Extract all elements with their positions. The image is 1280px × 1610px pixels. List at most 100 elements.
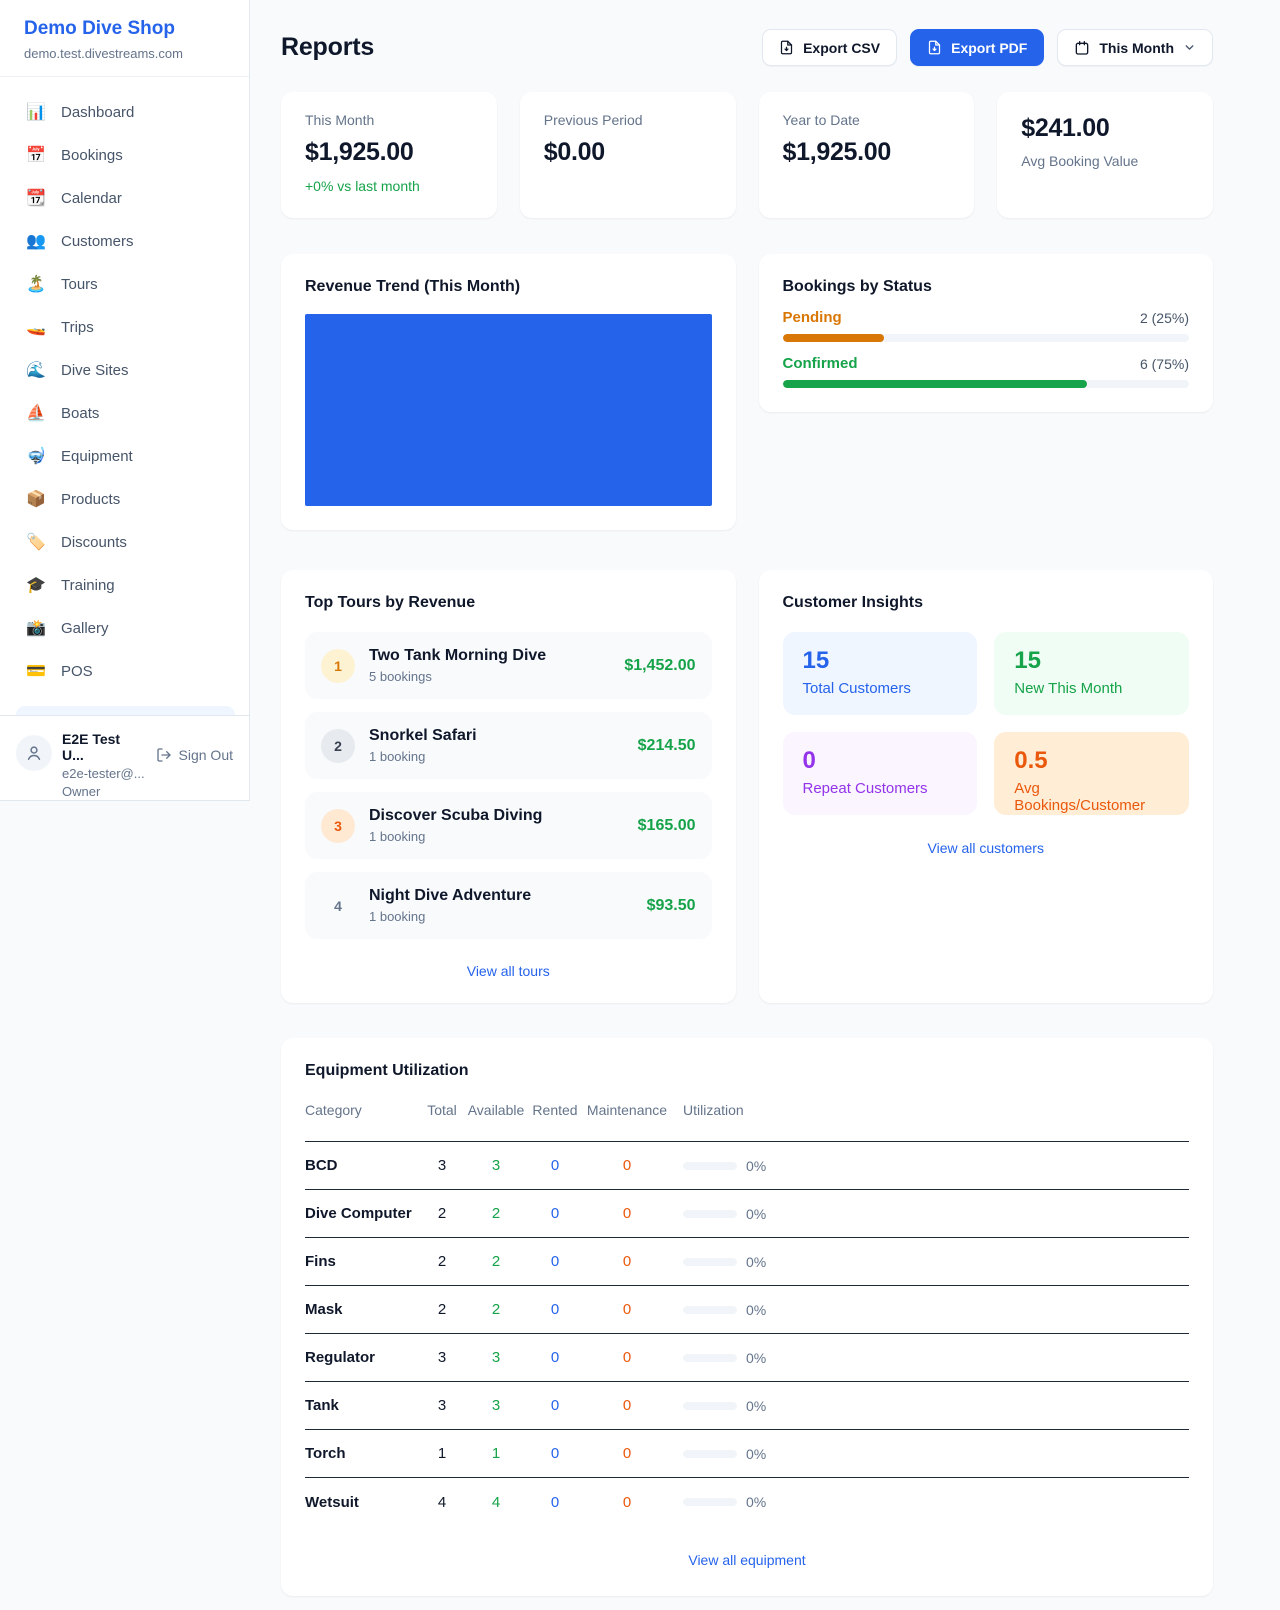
utilization-percent: 0% — [746, 1446, 766, 1462]
utilization-percent: 0% — [746, 1158, 766, 1174]
period-label: This Month — [1099, 40, 1174, 56]
period-dropdown[interactable]: This Month — [1057, 29, 1213, 66]
utilization-percent: 0% — [746, 1398, 766, 1414]
equipment-maintenance: 0 — [585, 1205, 669, 1222]
tour-revenue: $214.50 — [638, 737, 696, 755]
equipment-table: Category Total Available Rented Maintena… — [305, 1102, 1189, 1526]
equipment-utilization-cell: 0% — [669, 1446, 1189, 1462]
calendar-icon — [1074, 40, 1090, 56]
tour-row: 2 Snorkel Safari 1 booking $214.50 — [305, 712, 712, 779]
column-header: Category — [305, 1102, 417, 1118]
sidebar-nav-item[interactable]: 📊 Dashboard — [12, 91, 237, 134]
insight-label: Repeat Customers — [803, 780, 958, 797]
rank-badge: 2 — [321, 729, 355, 763]
tour-name: Two Tank Morning Dive — [369, 647, 546, 665]
equipment-utilization-cell: 0% — [669, 1350, 1189, 1366]
equipment-category: BCD — [305, 1157, 417, 1174]
sidebar-nav-item[interactable]: 💳 POS — [12, 650, 237, 693]
insight-value: 0 — [803, 747, 958, 775]
nav-item-icon: 🎓 — [26, 578, 46, 594]
utilization-percent: 0% — [746, 1350, 766, 1366]
equipment-rented: 0 — [525, 1445, 585, 1462]
equipment-maintenance: 0 — [585, 1301, 669, 1318]
utilization-bar — [683, 1210, 737, 1218]
view-all-customers-link[interactable]: View all customers — [783, 840, 1190, 856]
nav-item-label: POS — [61, 663, 93, 680]
tour-row: 1 Two Tank Morning Dive 5 bookings $1,45… — [305, 632, 712, 699]
sidebar-nav-item[interactable]: ⛵ Boats — [12, 392, 237, 435]
sidebar-nav-item[interactable]: 🎓 Training — [12, 564, 237, 607]
stat-card-avg-booking-value: $241.00 Avg Booking Value — [997, 92, 1213, 218]
sidebar-nav-item[interactable]: 🏷️ Discounts — [12, 521, 237, 564]
view-all-equipment-link[interactable]: View all equipment — [305, 1552, 1189, 1568]
insight-value: 15 — [803, 647, 958, 675]
header-actions: Export CSV Export PDF This Month — [762, 29, 1213, 66]
tour-revenue: $93.50 — [647, 897, 696, 915]
progress-fill — [783, 334, 885, 342]
equipment-row: BCD 3 3 0 0 0% — [305, 1142, 1189, 1190]
sign-out-label: Sign Out — [179, 747, 233, 763]
insight-tile: 15 New This Month — [994, 632, 1189, 715]
equipment-available: 4 — [467, 1494, 525, 1511]
bookings-by-status-title: Bookings by Status — [783, 278, 1190, 296]
tour-row: 3 Discover Scuba Diving 1 booking $165.0… — [305, 792, 712, 859]
equipment-row: Dive Computer 2 2 0 0 0% — [305, 1190, 1189, 1238]
export-csv-label: Export CSV — [803, 40, 880, 56]
insight-value: 0.5 — [1014, 747, 1169, 775]
equipment-category: Regulator — [305, 1349, 417, 1366]
stat-label: This Month — [305, 112, 473, 128]
sidebar-nav-item[interactable]: 🌊 Dive Sites — [12, 349, 237, 392]
sidebar-nav-item[interactable]: 📦 Products — [12, 478, 237, 521]
rank-badge: 3 — [321, 809, 355, 843]
utilization-percent: 0% — [746, 1206, 766, 1222]
equipment-utilization-cell: 0% — [669, 1158, 1189, 1174]
page-title: Reports — [281, 33, 374, 62]
sign-out-button[interactable]: Sign Out — [156, 745, 233, 765]
equipment-category: Torch — [305, 1445, 417, 1462]
customer-insights-panel: Customer Insights 15 Total Customers 15 … — [759, 570, 1214, 1003]
equipment-rows: BCD 3 3 0 0 0% Dive Computer 2 2 0 0 0% … — [305, 1142, 1189, 1526]
nav-item-icon: 📦 — [26, 492, 46, 508]
sidebar-nav-item[interactable]: 📆 Calendar — [12, 177, 237, 220]
stat-cards: This Month $1,925.00 +0% vs last month P… — [281, 92, 1213, 218]
equipment-available: 3 — [467, 1349, 525, 1366]
main-content: Reports Export CSV Export PDF This Month… — [281, 0, 1213, 1596]
equipment-maintenance: 0 — [585, 1253, 669, 1270]
equipment-available: 2 — [467, 1205, 525, 1222]
tours-insights-row: Top Tours by Revenue 1 Two Tank Morning … — [281, 570, 1213, 1003]
user-footer: E2E Test U... e2e-tester@... Owner Sign … — [0, 715, 249, 800]
sidebar-nav-item[interactable]: 🏝️ Tours — [12, 263, 237, 306]
charts-row: Revenue Trend (This Month) Bookings by S… — [281, 254, 1213, 530]
equipment-category: Dive Computer — [305, 1205, 417, 1222]
insight-value: 15 — [1014, 647, 1169, 675]
equipment-total: 3 — [417, 1397, 467, 1414]
sidebar-nav-item[interactable]: 🤿 Equipment — [12, 435, 237, 478]
stat-card-this-month: This Month $1,925.00 +0% vs last month — [281, 92, 497, 218]
sidebar-nav-item[interactable]: 📅 Bookings — [12, 134, 237, 177]
insight-tiles: 15 Total Customers 15 New This Month 0 R… — [783, 632, 1190, 815]
nav-item-icon: 💳 — [26, 664, 46, 680]
nav-item-label: Boats — [61, 405, 99, 422]
equipment-rented: 0 — [525, 1205, 585, 1222]
tour-bookings: 1 booking — [369, 909, 531, 924]
view-all-tours-link[interactable]: View all tours — [305, 963, 712, 979]
progress-track — [783, 380, 1190, 388]
tour-bookings: 1 booking — [369, 829, 542, 844]
equipment-utilization-panel: Equipment Utilization Category Total Ava… — [281, 1038, 1213, 1596]
export-csv-button[interactable]: Export CSV — [762, 29, 897, 66]
equipment-total: 1 — [417, 1445, 467, 1462]
sidebar-nav-item[interactable]: 📸 Gallery — [12, 607, 237, 650]
equipment-available: 2 — [467, 1301, 525, 1318]
sidebar-nav-item[interactable]: 👥 Customers — [12, 220, 237, 263]
utilization-bar — [683, 1402, 737, 1410]
top-tours-panel: Top Tours by Revenue 1 Two Tank Morning … — [281, 570, 736, 1003]
export-pdf-button[interactable]: Export PDF — [910, 29, 1044, 66]
sidebar-nav-item[interactable]: 🚤 Trips — [12, 306, 237, 349]
equipment-total: 3 — [417, 1349, 467, 1366]
equipment-total: 3 — [417, 1157, 467, 1174]
column-header: Available — [467, 1102, 525, 1118]
brand-domain: demo.test.divestreams.com — [24, 46, 225, 61]
active-nav-item-partial[interactable] — [16, 706, 235, 715]
rank-badge: 1 — [321, 649, 355, 683]
status-count: 6 (75%) — [1140, 356, 1189, 372]
